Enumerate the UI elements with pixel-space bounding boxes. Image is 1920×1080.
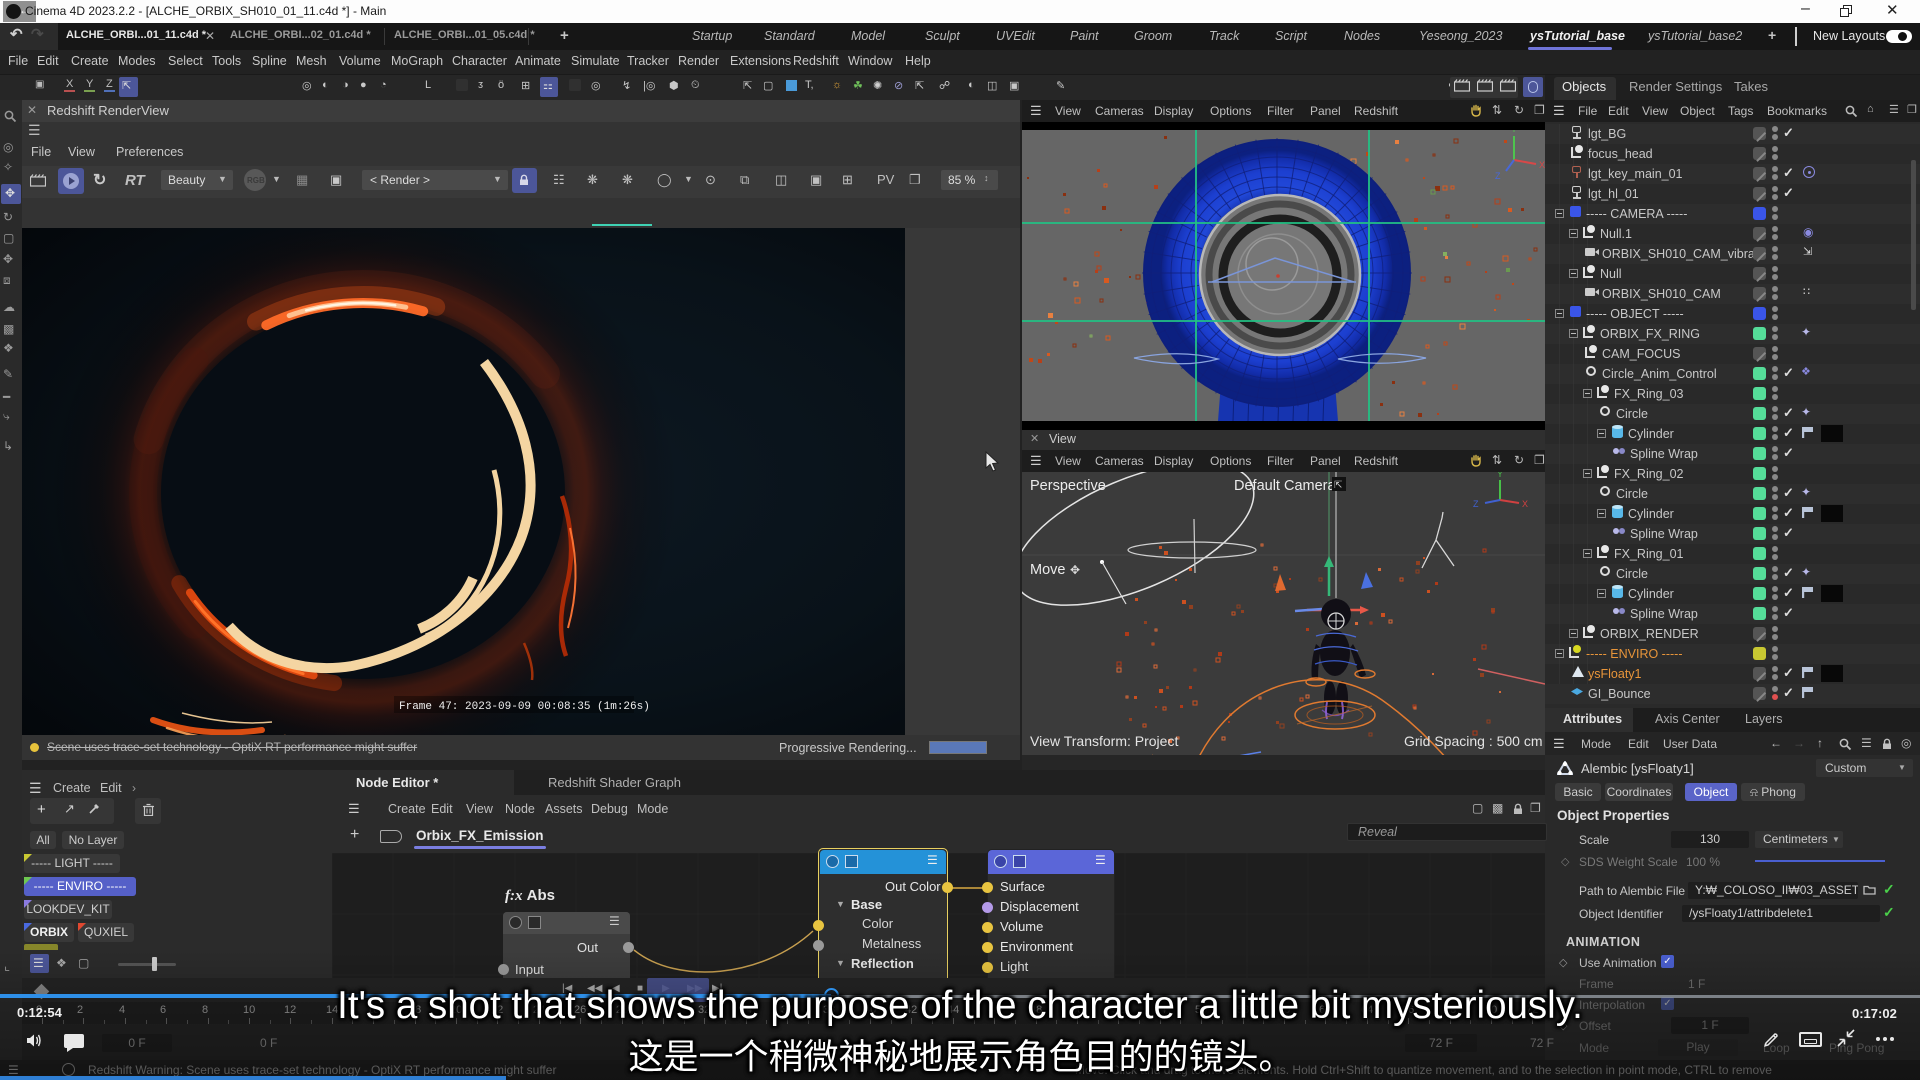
- svg-text:Y: Y: [1511, 130, 1517, 134]
- svg-text:⇱: ⇱: [1334, 480, 1342, 491]
- svg-text:Perspective: Perspective: [1030, 478, 1106, 494]
- svg-text:Default Camera: Default Camera: [1234, 478, 1336, 494]
- svg-text:View Transform: Project: View Transform: Project: [1030, 733, 1178, 749]
- svg-text:Grid Spacing : 500 cm: Grid Spacing : 500 cm: [1404, 733, 1543, 749]
- svg-text:Y: Y: [1497, 472, 1503, 479]
- svg-text:X: X: [1522, 499, 1528, 509]
- svg-text:Frame 47: 2023-09-09 00:08:35: Frame 47: 2023-09-09 00:08:35 (1m:26s): [399, 701, 650, 713]
- svg-text:✥: ✥: [1070, 563, 1080, 577]
- svg-text:Z: Z: [1495, 171, 1501, 181]
- svg-text:Z: Z: [1473, 499, 1479, 509]
- svg-text:Move: Move: [1030, 562, 1065, 578]
